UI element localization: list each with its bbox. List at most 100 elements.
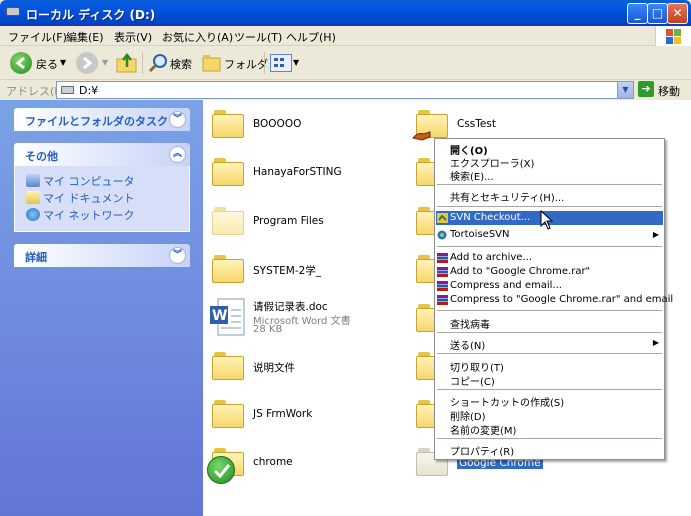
window-title: ローカル ディスク (D:)	[26, 8, 156, 22]
menu-separator	[437, 184, 662, 185]
menu-item-add-archive[interactable]: Add to archive...	[436, 251, 663, 265]
chevron-down-icon[interactable]: ︾	[169, 247, 186, 264]
menu-help[interactable]: ヘルプ(H)	[286, 29, 336, 45]
chevron-up-icon[interactable]: ︽	[169, 146, 186, 163]
go-button[interactable]: 移動	[658, 83, 680, 99]
winrar-icon	[437, 295, 448, 305]
menu-separator	[437, 353, 662, 354]
file-name[interactable]: HanayaForSTING	[253, 166, 342, 178]
file-name[interactable]: Program Files	[253, 215, 324, 227]
views-dropdown-icon[interactable]: ▼	[293, 58, 299, 67]
menu-file[interactable]: ファイル(F)	[8, 29, 67, 45]
menu-item-rename[interactable]: 名前の変更(M)	[436, 421, 663, 437]
file-size: 28 KB	[253, 324, 283, 335]
close-button[interactable]: ✕	[667, 3, 688, 24]
submenu-arrow-icon: ▶	[652, 338, 659, 347]
tortoisesvn-icon	[437, 230, 447, 240]
svn-checkout-icon	[437, 213, 448, 223]
shared-hand-icon	[412, 128, 432, 142]
folder-icon[interactable]	[212, 207, 244, 235]
other-panel-body: マイ コンピュータ マイ ドキュメント マイ ネットワーク	[14, 166, 190, 232]
svg-text:W: W	[212, 308, 227, 324]
my-documents-icon	[26, 191, 40, 204]
drive-icon	[6, 7, 20, 16]
folders-icon[interactable]	[202, 54, 222, 72]
menu-favorites[interactable]: お気に入り(A)	[162, 29, 233, 45]
menu-item-properties[interactable]: プロパティ(R)	[436, 442, 663, 458]
forward-arrow-icon[interactable]	[76, 52, 98, 74]
minimize-button[interactable]: _	[627, 3, 648, 24]
folder-icon[interactable]	[212, 158, 244, 186]
other-panel-title: その他	[25, 150, 58, 163]
address-value: D:¥	[79, 84, 99, 97]
drive-icon	[61, 86, 74, 94]
maximize-button[interactable]: □	[647, 3, 668, 24]
forward-dropdown-icon[interactable]: ▼	[102, 58, 108, 67]
menu-view[interactable]: 表示(V)	[114, 29, 152, 45]
folder-up-icon[interactable]	[116, 52, 138, 73]
submenu-arrow-icon: ▶	[652, 230, 659, 239]
menu-item-open[interactable]: 開く(O)	[436, 141, 663, 157]
file-name[interactable]: chrome	[253, 456, 293, 468]
winrar-icon	[437, 253, 448, 263]
folder-icon[interactable]	[212, 255, 244, 283]
menu-item-copy[interactable]: コピー(C)	[436, 372, 663, 388]
menu-item-send-to[interactable]: 送る(N) ▶	[436, 336, 663, 352]
task-pane: ファイルとフォルダのタスク ︾ その他 ︽ マイ コンピュータ マイ ドキュメン…	[0, 100, 203, 516]
my-computer-icon	[26, 174, 40, 187]
menu-separator	[437, 310, 662, 311]
views-icon[interactable]	[270, 54, 292, 72]
go-arrow-icon[interactable]: ➔	[638, 81, 654, 97]
other-panel-header[interactable]: その他 ︽	[14, 143, 190, 166]
folder-icon[interactable]	[212, 110, 244, 138]
menu-separator	[437, 246, 662, 247]
folders-button[interactable]: フォルダ	[224, 56, 268, 72]
details-panel-header[interactable]: 詳細 ︾	[14, 244, 190, 267]
file-name[interactable]: CssTest	[457, 118, 496, 130]
menu-item-create-shortcut[interactable]: ショートカットの作成(S)	[436, 393, 663, 409]
menu-item-compress-email[interactable]: Compress and email...	[436, 279, 663, 293]
file-name[interactable]: BOOOOO	[253, 118, 301, 130]
word-document-icon[interactable]: W	[209, 298, 247, 338]
menu-item-search[interactable]: 検索(E)...	[436, 167, 663, 183]
menu-separator	[437, 389, 662, 390]
file-name[interactable]: SYSTEM-2学_	[253, 263, 321, 278]
menu-bar: ファイル(F) 編集(E) 表示(V) お気に入り(A) ツール(T) ヘルプ(…	[0, 26, 691, 46]
menu-tools[interactable]: ツール(T)	[234, 29, 282, 45]
menu-item-sharing[interactable]: 共有とセキュリティ(H)...	[436, 188, 663, 204]
mouse-cursor-icon	[540, 209, 554, 230]
file-name[interactable]: 说明文件	[253, 360, 295, 375]
menu-item-add-rar[interactable]: Add to "Google Chrome.rar"	[436, 265, 663, 279]
back-dropdown-icon[interactable]: ▼	[60, 58, 66, 67]
toolbar-separator	[142, 52, 143, 74]
menu-separator	[437, 332, 662, 333]
back-arrow-icon[interactable]	[10, 52, 32, 74]
winrar-icon	[437, 281, 448, 291]
link-my-documents[interactable]: マイ ドキュメント	[43, 190, 135, 206]
menu-separator	[437, 206, 662, 207]
search-icon[interactable]	[148, 53, 168, 73]
windows-logo-icon	[655, 26, 691, 46]
file-name[interactable]: JS FrmWork	[253, 408, 312, 420]
menu-item-tortoisesvn[interactable]: TortoiseSVN ▶	[436, 228, 663, 242]
folder-icon[interactable]	[212, 352, 244, 380]
link-my-computer[interactable]: マイ コンピュータ	[43, 173, 135, 189]
address-dropdown-icon[interactable]: ▼	[617, 82, 633, 98]
chevron-down-icon[interactable]: ︾	[169, 111, 186, 128]
tasks-panel-header[interactable]: ファイルとフォルダのタスク ︾	[14, 108, 190, 131]
menu-edit[interactable]: 編集(E)	[66, 29, 104, 45]
winrar-icon	[437, 267, 448, 277]
menu-item-cut[interactable]: 切り取り(T)	[436, 358, 663, 374]
svn-normal-overlay-icon	[207, 456, 235, 484]
context-menu: 開く(O) エクスプローラ(X) 検索(E)... 共有とセキュリティ(H)..…	[434, 138, 673, 460]
back-button[interactable]: 戻る	[36, 56, 58, 72]
link-my-network[interactable]: マイ ネットワーク	[43, 207, 135, 223]
menu-item-explore[interactable]: エクスプローラ(X)	[436, 154, 663, 170]
folder-icon[interactable]	[212, 400, 244, 428]
search-button[interactable]: 検索	[170, 56, 192, 72]
menu-item-virus-scan[interactable]: 查找病毒	[436, 315, 663, 331]
address-input[interactable]: D:¥ ▼	[56, 81, 634, 99]
my-network-icon	[26, 208, 40, 221]
menu-item-delete[interactable]: 削除(D)	[436, 407, 663, 423]
menu-item-compress-rar-email[interactable]: Compress to "Google Chrome.rar" and emai…	[436, 293, 673, 307]
